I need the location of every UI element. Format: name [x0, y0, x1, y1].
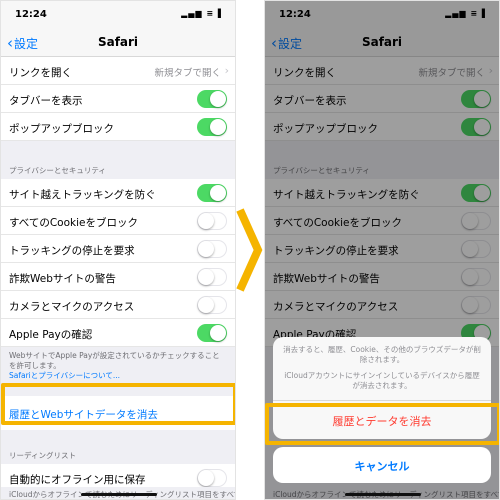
footer-text: WebサイトでApple Payが設定されているかチェックすることを許可します。	[9, 351, 220, 370]
chevron-right-icon: ›	[224, 64, 229, 77]
cancel-button[interactable]: キャンセル	[273, 447, 491, 483]
row-popup-block: ポップアップブロック	[1, 113, 235, 141]
row-value: 新規タブで開く	[154, 68, 221, 79]
row-label: Apple Payの確認	[9, 329, 93, 341]
row-do-not-track: トラッキングの停止を要求	[1, 235, 235, 263]
row-label: 詐欺Webサイトの警告	[9, 273, 116, 285]
row-block-cookies: すべてのCookieをブロック	[1, 207, 235, 235]
sheet-message: 消去すると、履歴、Cookie、その他のブラウズデータが削除されます。 iClo…	[273, 337, 491, 401]
row-prevent-tracking: サイト越えトラッキングを防ぐ	[1, 179, 235, 207]
sheet-message-line: 消去すると、履歴、Cookie、その他のブラウズデータが削除されます。	[283, 345, 481, 365]
toggle-switch[interactable]	[197, 324, 227, 342]
section-header-privacy: プライバシーとセキュリティ	[9, 166, 106, 175]
row-label: リンクを開く	[9, 67, 72, 79]
toggle-switch[interactable]	[197, 90, 227, 108]
row-fraud-warning: 詐欺Webサイトの警告	[1, 263, 235, 291]
toggle-switch[interactable]	[197, 184, 227, 202]
row-camera-mic: カメラとマイクのアクセス	[1, 291, 235, 319]
toggle-switch[interactable]	[197, 118, 227, 136]
row-show-tab-bar: タブバーを表示	[1, 85, 235, 113]
highlight-frame	[265, 403, 499, 445]
status-time: 12:24	[15, 9, 47, 20]
highlight-frame	[1, 383, 235, 425]
row-label: 自動的にオフライン用に保存	[9, 474, 146, 487]
row-label: すべてのCookieをブロック	[9, 217, 138, 229]
section-header-reading-list: リーディングリスト	[9, 451, 76, 461]
sheet-message-line: iCloudアカウントにサインインしているデバイスから履歴が消去されます。	[284, 371, 480, 391]
page-title: Safari	[97, 35, 139, 49]
row-label: ポップアップブロック	[9, 123, 114, 135]
row-label: タブバーを表示	[9, 95, 83, 107]
row-label: カメラとマイクのアクセス	[9, 301, 135, 313]
row-apple-pay: Apple Payの確認	[1, 319, 235, 347]
toggle-switch[interactable]	[197, 268, 227, 286]
home-indicator	[81, 493, 157, 496]
toggle-switch[interactable]	[197, 212, 227, 230]
row-label: サイト越えトラッキングを防ぐ	[9, 189, 156, 201]
row-label: トラッキングの停止を要求	[9, 245, 135, 257]
home-indicator	[345, 493, 421, 496]
toggle-switch[interactable]	[197, 296, 227, 314]
signal-wifi-battery-icon: ▂▄▆ ≡ ▌	[181, 9, 225, 18]
toggle-switch[interactable]	[197, 469, 227, 488]
privacy-footer: WebサイトでApple Payが設定されているかチェックすることを許可します。…	[1, 347, 235, 386]
status-bar: 12:24 ▂▄▆ ≡ ▌	[1, 1, 235, 29]
privacy-link[interactable]: Safariとプライバシーについて...	[9, 371, 227, 381]
settings-screen-before: 12:24 ▂▄▆ ≡ ▌ ‹設定 Safari リンクを開く 新規タブで開く …	[0, 0, 236, 500]
nav-bar: ‹設定 Safari	[1, 29, 235, 57]
toggle-switch[interactable]	[197, 240, 227, 258]
settings-screen-after: 12:24 ▂▄▆ ≡ ▌ ‹設定 Safari リンクを開く 新規タブで開く …	[264, 0, 500, 500]
next-step-arrow-icon	[236, 208, 263, 292]
row-open-links[interactable]: リンクを開く 新規タブで開く ›	[1, 57, 235, 85]
